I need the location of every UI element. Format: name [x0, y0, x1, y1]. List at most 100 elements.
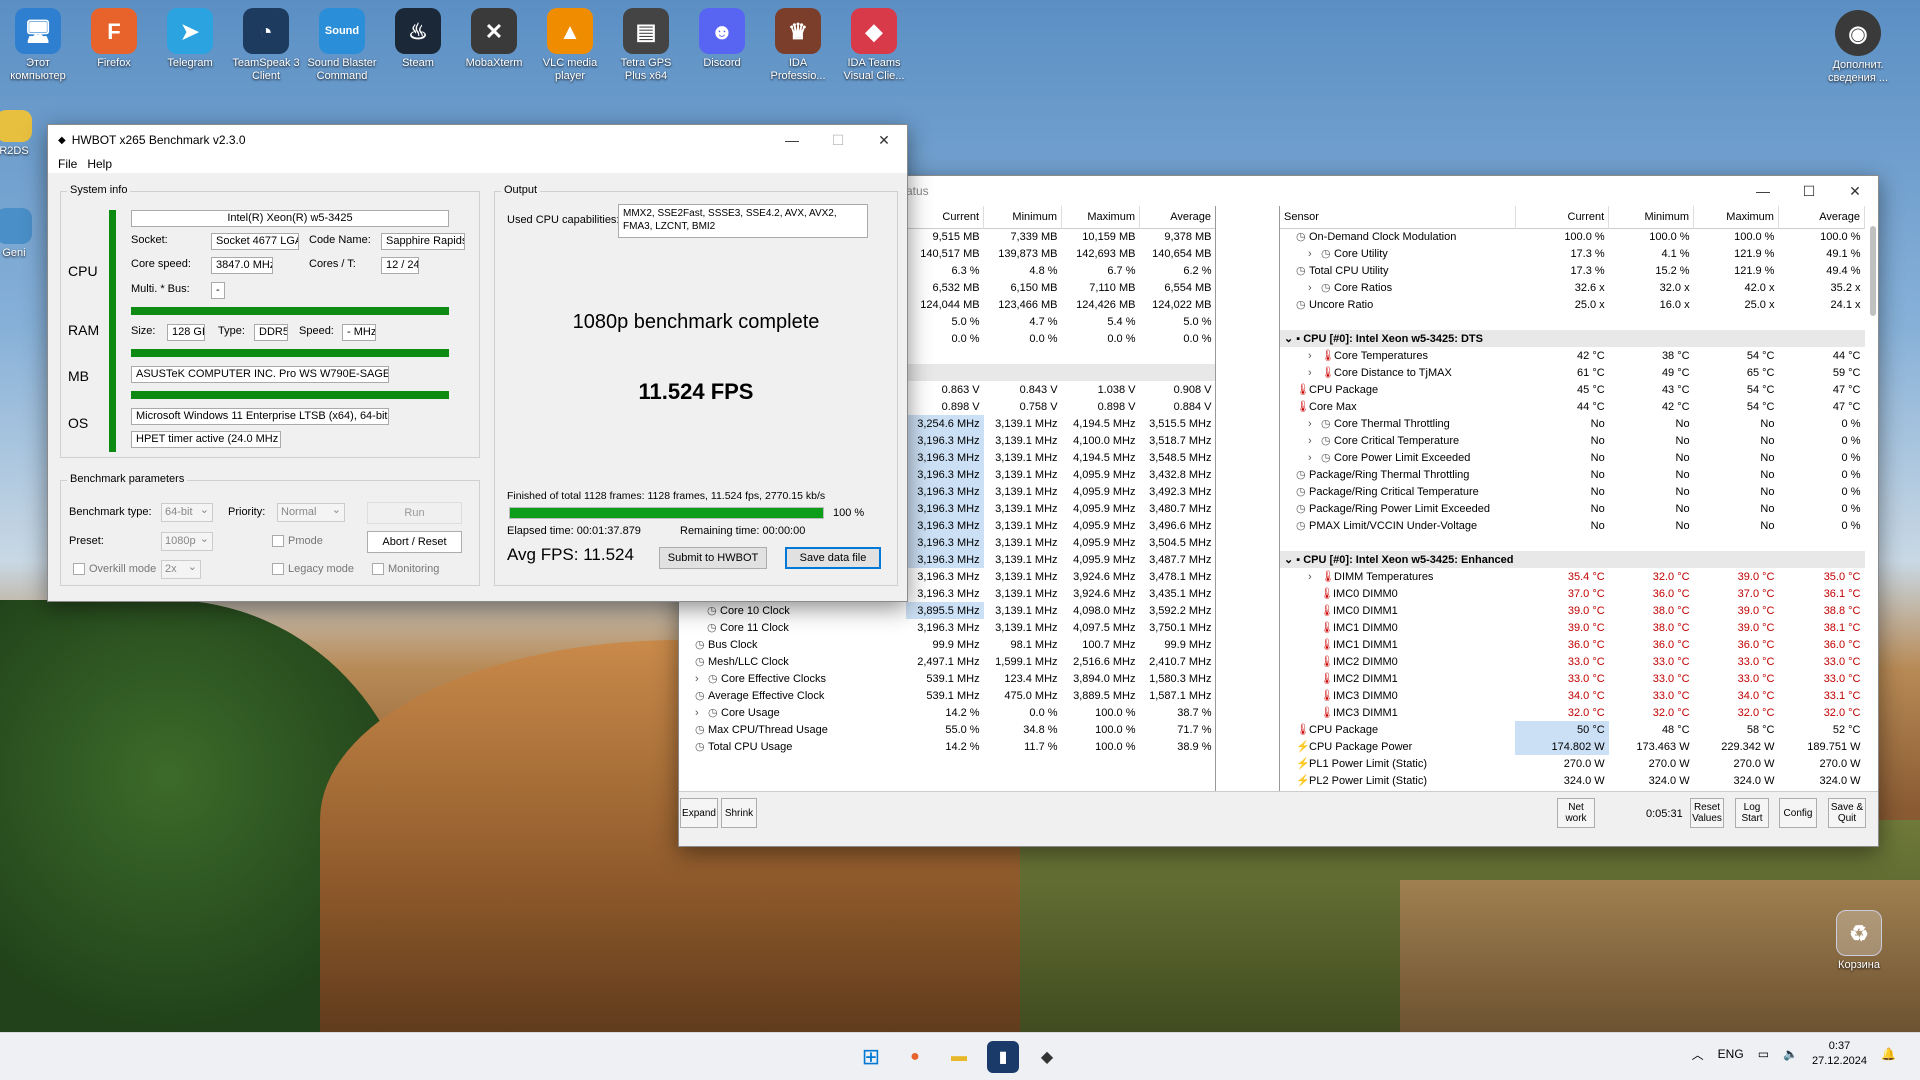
col-maximum[interactable]: Maximum — [1061, 206, 1140, 228]
desktop-icon[interactable]: ◔ TeamSpeak 3 Client — [230, 8, 302, 83]
sensor-row[interactable]: ◷ Uncore Ratio 25.0 x 16.0 x 25.0 x 24.1 x — [1280, 296, 1865, 313]
priority-select[interactable]: Normal — [277, 502, 345, 522]
chevron-right-icon[interactable]: › — [1308, 418, 1318, 430]
checkbox-box[interactable] — [272, 535, 284, 547]
sensor-row[interactable]: › 🌡Core Temperatures 42 °C 38 °C 54 °C 44 °C — [1280, 347, 1865, 364]
col-average[interactable]: Average — [1778, 206, 1866, 228]
chevron-right-icon[interactable]: › — [695, 707, 705, 719]
hwinfo-taskbar-icon[interactable]: ▮ — [987, 1041, 1019, 1073]
monitoring-checkbox[interactable]: Monitoring — [372, 563, 439, 575]
col-current[interactable]: Current — [905, 206, 985, 228]
sensor-row[interactable]: ⚡PL1 Power Limit (Static) 270.0 W 270.0 W 2… — [1280, 755, 1865, 772]
col-minimum[interactable]: Minimum — [1608, 206, 1695, 228]
sensor-row[interactable]: ◷ Core 11 Clock 3,196.3 MHz 3,139.1 MHz 4,09… — [679, 619, 1215, 636]
file-explorer-taskbar-icon[interactable]: ▬ — [943, 1041, 975, 1073]
firefox-taskbar-icon[interactable]: ● — [899, 1041, 931, 1073]
sensor-row[interactable]: ◷ Max CPU/Thread Usage 55.0 % 34.8 % 100.0 %… — [679, 721, 1215, 738]
sensor-row[interactable]: › ◷ Core Utility 17.3 % 4.1 % 121.9 % 49.1 % — [1280, 245, 1865, 262]
chevron-right-icon[interactable]: › — [1308, 282, 1318, 294]
expand-button[interactable]: Expand — [680, 798, 718, 828]
sensor-row[interactable]: › ◷ Core Critical Temperature No No No 0 % — [1280, 432, 1865, 449]
log-start-button[interactable]: Log Start — [1735, 798, 1769, 828]
sensor-row[interactable]: › ◷ Core Ratios 32.6 x 32.0 x 42.0 x 35.2 x — [1280, 279, 1865, 296]
sensor-row[interactable]: ◷ Total CPU Utility 17.3 % 15.2 % 121.9 % 49.… — [1280, 262, 1865, 279]
sensor-row[interactable]: ◷ Package/Ring Thermal Throttling No No No 0 … — [1280, 466, 1865, 483]
sensor-section-row[interactable]: ⌄ ▪ CPU [#0]: Intel Xeon w5-3425: DTS — [1280, 330, 1865, 347]
sensor-row[interactable]: ⚡CPU Package Power 174.802 W 173.463 W 229.… — [1280, 738, 1865, 755]
desktop-icon[interactable]: ♨ Steam — [382, 8, 454, 70]
desktop-icon-info[interactable]: ◉ Дополнит. сведения ... — [1822, 10, 1894, 85]
minimize-button[interactable]: — — [1740, 176, 1786, 206]
desktop-icon[interactable]: ♛ IDA Professio... — [762, 8, 834, 83]
chevron-up-icon[interactable]: ︿ — [1692, 1046, 1704, 1063]
desktop-icon-recycle-bin[interactable]: ♻ Корзина — [1823, 910, 1895, 972]
sensor-row[interactable] — [1280, 534, 1865, 551]
desktop-icon-geni[interactable]: Geni — [0, 208, 44, 260]
chevron-right-icon[interactable]: › — [695, 673, 705, 685]
hwinfo-right-pane[interactable]: Sensor Current Minimum Maximum Average ◷… — [1279, 206, 1879, 791]
sensor-row[interactable]: 🌡IMC0 DIMM1 39.0 °C 38.0 °C 39.0 °C 38.8 °C — [1280, 602, 1865, 619]
chevron-right-icon[interactable]: › — [1308, 367, 1318, 379]
submit-hwbot-button[interactable]: Submit to HWBOT — [659, 547, 767, 569]
desktop-icon-r2ds[interactable]: R2DS — [0, 110, 44, 158]
maximize-button[interactable]: ☐ — [1786, 176, 1832, 206]
sensor-row[interactable]: 🌡IMC1 DIMM1 36.0 °C 36.0 °C 36.0 °C 36.0 °C — [1280, 636, 1865, 653]
shrink-button[interactable]: Shrink — [721, 798, 757, 828]
notification-bell-icon[interactable]: 🔔 — [1881, 1047, 1896, 1061]
desktop-icon[interactable]: ◆ IDA Teams Visual Clie... — [838, 8, 910, 83]
desktop-icon[interactable]: ▤ Tetra GPS Plus x64 — [610, 8, 682, 83]
overkill-select[interactable]: 2x — [161, 559, 201, 579]
desktop-icon[interactable]: ✕ MobaXterm — [458, 8, 530, 70]
preset-select[interactable]: 1080p — [161, 531, 213, 551]
sensor-row[interactable]: 🌡Core Max 44 °C 42 °C 54 °C 47 °C — [1280, 398, 1865, 415]
sensor-row[interactable]: ◷ Package/Ring Power Limit Exceeded No No No… — [1280, 500, 1865, 517]
desktop-icon[interactable]: Sound Sound Blaster Command — [306, 8, 378, 83]
sensor-row[interactable]: 🌡CPU Package 45 °C 43 °C 54 °C 47 °C — [1280, 381, 1865, 398]
menu-help[interactable]: Help — [87, 157, 112, 171]
hwbot-taskbar-icon[interactable]: ◆ — [1031, 1041, 1063, 1073]
run-button[interactable]: Run — [367, 502, 462, 524]
sensor-section-row[interactable]: ⌄ ▪ CPU [#0]: Intel Xeon w5-3425: Enhanc… — [1280, 551, 1865, 568]
sensor-row[interactable]: 🌡IMC2 DIMM1 33.0 °C 33.0 °C 33.0 °C 33.0 °C — [1280, 670, 1865, 687]
sensor-row[interactable]: ◷ Bus Clock 99.9 MHz 98.1 MHz 100.7 MHz 99.9 … — [679, 636, 1215, 653]
col-sensor[interactable]: Sensor — [1280, 206, 1516, 228]
menu-file[interactable]: File — [58, 157, 77, 171]
pmode-checkbox[interactable]: Pmode — [272, 535, 323, 547]
checkbox-box[interactable] — [272, 563, 284, 575]
sensor-row[interactable]: ◷ Total CPU Usage 14.2 % 11.7 % 100.0 % 38.9 … — [679, 738, 1215, 755]
col-average[interactable]: Average — [1139, 206, 1215, 228]
checkbox-box[interactable] — [73, 563, 85, 575]
save-data-button[interactable]: Save data file — [785, 547, 881, 569]
sensor-row[interactable]: ◷ PMAX Limit/VCCIN Under-Voltage No No No 0 % — [1280, 517, 1865, 534]
sensor-row[interactable]: › ◷ Core Thermal Throttling No No No 0 % — [1280, 415, 1865, 432]
sensor-row[interactable]: 🌡CPU Package 50 °C 48 °C 58 °C 52 °C — [1280, 721, 1865, 738]
scrollbar-thumb[interactable] — [1870, 226, 1876, 316]
col-current[interactable]: Current — [1515, 206, 1610, 228]
save-quit-button[interactable]: Save & Quit — [1828, 798, 1866, 828]
chevron-down-icon[interactable]: ⌄ ▪ — [1284, 333, 1303, 345]
chevron-right-icon[interactable]: › — [1308, 571, 1318, 583]
close-button[interactable]: ✕ — [861, 125, 907, 155]
desktop-icon[interactable]: ☻ Discord — [686, 8, 758, 70]
chevron-right-icon[interactable]: › — [1308, 248, 1318, 260]
sensor-row[interactable]: ◷ Average Effective Clock 539.1 MHz 475.0 M… — [679, 687, 1215, 704]
abort-reset-button[interactable]: Abort / Reset — [367, 531, 462, 553]
sensor-row[interactable]: 🌡IMC1 DIMM0 39.0 °C 38.0 °C 39.0 °C 38.1 °C — [1280, 619, 1865, 636]
desktop-icon[interactable]: F Firefox — [78, 8, 150, 70]
minimize-button[interactable]: — — [769, 125, 815, 155]
sensor-row[interactable]: 🌡IMC3 DIMM1 32.0 °C 32.0 °C 32.0 °C 32.0 °C — [1280, 704, 1865, 721]
sensor-row[interactable]: 🌡IMC3 DIMM0 34.0 °C 33.0 °C 34.0 °C 33.1 °C — [1280, 687, 1865, 704]
volume-icon[interactable]: 🔈 — [1783, 1047, 1798, 1061]
sensor-row[interactable]: › ◷ Core Power Limit Exceeded No No No 0 % — [1280, 449, 1865, 466]
desktop-icon[interactable]: ▲ VLC media player — [534, 8, 606, 83]
start-button[interactable]: ⊞ — [855, 1041, 887, 1073]
sensor-row[interactable]: › ◷ Core Usage 14.2 % 0.0 % 100.0 % 38.7 % — [679, 704, 1215, 721]
sensor-row[interactable]: › ◷ Core Effective Clocks 539.1 MHz 123.4 MH… — [679, 670, 1215, 687]
config-button[interactable]: Config — [1779, 798, 1817, 828]
sensor-row[interactable]: ⚡PL2 Power Limit (Static) 324.0 W 324.0 W 3… — [1280, 772, 1865, 789]
sensor-row[interactable]: ◷ On-Demand Clock Modulation 100.0 % 100.0 … — [1280, 228, 1865, 245]
col-minimum[interactable]: Minimum — [983, 206, 1063, 228]
legacy-checkbox[interactable]: Legacy mode — [272, 563, 354, 575]
sensor-row[interactable]: › 🌡Core Distance to TjMAX 61 °C 49 °C 65 °C 5… — [1280, 364, 1865, 381]
checkbox-box[interactable] — [372, 563, 384, 575]
